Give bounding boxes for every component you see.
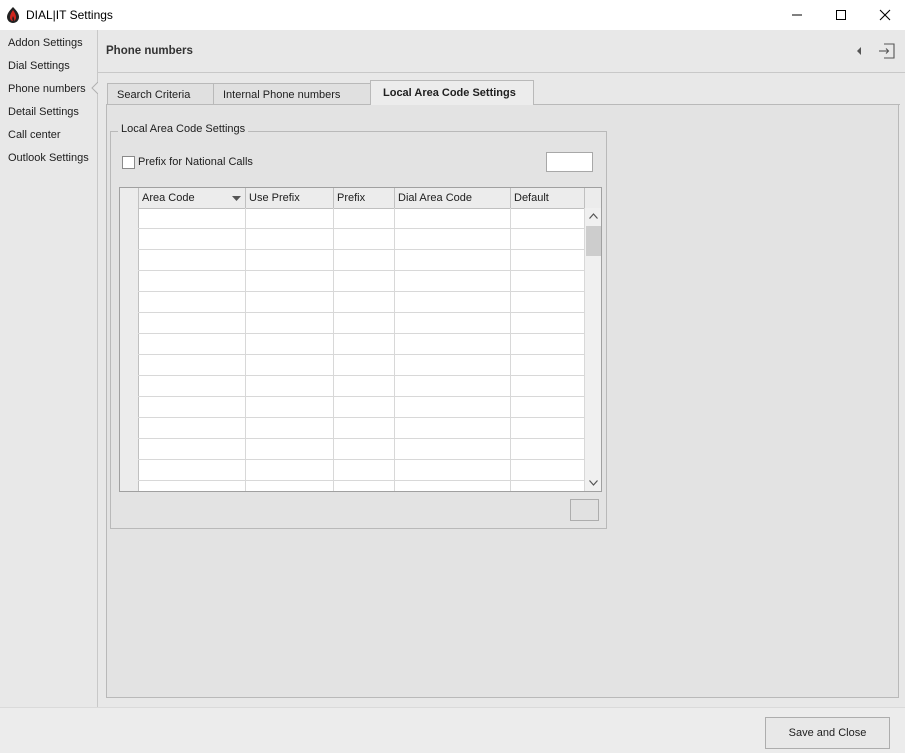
- sidebar-item-addon-settings[interactable]: Addon Settings: [8, 37, 83, 49]
- scrollbar-thumb[interactable]: [586, 226, 601, 256]
- grid-row-divider: [138, 354, 584, 355]
- grid-row-divider: [138, 228, 584, 229]
- header-filler: [585, 188, 601, 208]
- grid-header: Area Code Use Prefix Prefix Dial Area Co…: [120, 188, 601, 209]
- grid-col-divider: [394, 208, 395, 491]
- grid-row-divider: [138, 396, 584, 397]
- sidebar-item-call-center[interactable]: Call center: [8, 129, 61, 141]
- maximize-icon: [836, 10, 846, 20]
- grid-row-divider: [138, 459, 584, 460]
- page-header: Phone numbers: [98, 30, 905, 73]
- grid-row-divider: [138, 270, 584, 271]
- group-title: Local Area Code Settings: [118, 123, 249, 135]
- page-title: Phone numbers: [106, 45, 193, 57]
- column-header-use-prefix[interactable]: Use Prefix: [246, 188, 334, 208]
- grid-vertical-scrollbar[interactable]: [584, 208, 601, 491]
- tab-local-area-code-settings[interactable]: Local Area Code Settings: [370, 80, 534, 105]
- column-header-default[interactable]: Default: [511, 188, 585, 208]
- title-bar: DIAL|IT Settings: [0, 0, 905, 30]
- column-header-dial-area-code[interactable]: Dial Area Code: [395, 188, 511, 208]
- grid-row-divider: [138, 438, 584, 439]
- column-label-area-code: Area Code: [142, 192, 195, 204]
- tab-internal-phone-numbers[interactable]: Internal Phone numbers: [213, 83, 371, 105]
- row-indicator-column: [120, 208, 139, 491]
- grid-row-divider: [138, 249, 584, 250]
- tab-search-criteria[interactable]: Search Criteria: [107, 83, 214, 105]
- grid-col-divider: [333, 208, 334, 491]
- sidebar-item-detail-settings[interactable]: Detail Settings: [8, 106, 79, 118]
- sort-desc-icon: [232, 196, 241, 201]
- sidebar-item-outlook-settings[interactable]: Outlook Settings: [8, 152, 89, 164]
- grid-col-divider: [245, 208, 246, 491]
- close-button[interactable]: [862, 0, 905, 30]
- grid-row-divider: [138, 375, 584, 376]
- minimize-button[interactable]: [774, 0, 820, 30]
- collapse-left-icon[interactable]: [854, 44, 864, 58]
- close-icon: [879, 9, 891, 21]
- minimize-icon: [792, 14, 802, 16]
- grid-col-divider: [510, 208, 511, 491]
- grid-row-divider: [138, 312, 584, 313]
- column-header-prefix[interactable]: Prefix: [334, 188, 395, 208]
- dialit-flame-icon: [7, 7, 19, 23]
- grid-action-button[interactable]: [570, 499, 599, 521]
- maximize-button[interactable]: [818, 0, 864, 30]
- sidebar-item-phone-numbers[interactable]: Phone numbers: [8, 83, 86, 95]
- window-title: DIAL|IT Settings: [26, 8, 113, 22]
- exit-icon[interactable]: [878, 43, 896, 59]
- scroll-down-icon[interactable]: [589, 480, 598, 486]
- column-header-area-code[interactable]: Area Code: [139, 188, 246, 208]
- scroll-up-icon[interactable]: [589, 213, 598, 219]
- sidebar-item-dial-settings[interactable]: Dial Settings: [8, 60, 70, 72]
- grid-row-divider: [138, 333, 584, 334]
- grid-row-divider: [138, 291, 584, 292]
- grid-row-divider: [138, 480, 584, 481]
- tab-strip: [534, 80, 900, 105]
- prefix-national-calls-label[interactable]: Prefix for National Calls: [138, 156, 253, 168]
- area-code-grid[interactable]: Area Code Use Prefix Prefix Dial Area Co…: [119, 187, 602, 492]
- grid-row-divider: [138, 417, 584, 418]
- save-and-close-button[interactable]: Save and Close: [765, 717, 890, 749]
- prefix-input[interactable]: [546, 152, 593, 172]
- row-indicator-header: [120, 188, 139, 208]
- prefix-national-calls-checkbox[interactable]: [122, 156, 135, 169]
